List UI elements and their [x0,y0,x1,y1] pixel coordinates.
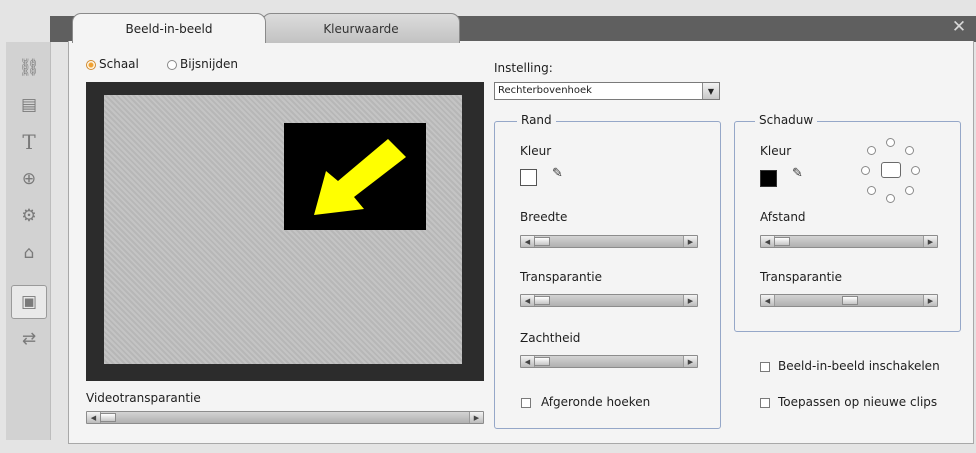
video-transparency-label: Videotransparantie [86,391,201,405]
slider-left-arrow-icon[interactable]: ◀ [521,356,535,367]
shadow-transparency-label: Transparantie [760,270,842,284]
slider-left-arrow-icon[interactable]: ◀ [521,236,535,247]
enable-pip-label: Beeld-in-beeld inschakelen [778,359,940,373]
picture-in-picture-icon[interactable]: ▣ [11,285,47,319]
slider-right-arrow-icon[interactable]: ▶ [683,295,697,306]
border-group-title: Rand [517,113,556,127]
slider-thumb[interactable] [774,237,790,246]
border-color-label: Kleur [520,144,552,158]
transitions-icon[interactable]: ⌂ [12,237,46,269]
effects-icon[interactable]: ⚙ [12,200,46,232]
border-softness-label: Zachtheid [520,331,581,345]
border-softness-slider[interactable]: ◀ ▶ [520,355,698,368]
slider-thumb[interactable] [534,237,550,246]
slider-right-arrow-icon[interactable]: ▶ [923,236,937,247]
slider-thumb[interactable] [534,296,550,305]
apply-new-clips-label: Toepassen op nieuwe clips [778,395,938,409]
speed-icon[interactable]: ⇄ [12,323,46,355]
dropdown-arrow-icon[interactable]: ▼ [702,83,719,99]
shadow-direction-left[interactable] [861,166,870,175]
shadow-direction-bottom-left[interactable] [867,186,876,195]
shadow-color-swatch[interactable] [760,170,777,187]
pip-overlay-window[interactable] [284,123,426,230]
left-toolbar: ⛓ ▤ T ⊕ ⚙ ⌂ ▣ ⇄ [6,42,51,440]
shadow-direction-top-right[interactable] [905,146,914,155]
tab-picture-in-picture[interactable]: Beeld-in-beeld [72,13,266,43]
scale-radio[interactable] [86,60,96,70]
shadow-group-title: Schaduw [755,113,818,127]
border-color-swatch[interactable] [520,169,537,186]
slider-thumb[interactable] [100,413,116,422]
slider-right-arrow-icon[interactable]: ▶ [923,295,937,306]
crop-radio[interactable] [167,60,177,70]
tab-label: Beeld-in-beeld [125,21,213,36]
apply-new-clips-checkbox[interactable] [760,398,770,408]
slider-right-arrow-icon[interactable]: ▶ [683,236,697,247]
tab-label: Kleurwaarde [323,21,399,36]
border-width-slider[interactable]: ◀ ▶ [520,235,698,248]
shadow-color-label: Kleur [760,144,792,158]
preset-label: Instelling: [494,61,553,75]
slider-right-arrow-icon[interactable]: ▶ [683,356,697,367]
color-icon[interactable]: ⊕ [12,163,46,195]
shadow-distance-label: Afstand [760,210,806,224]
title-icon[interactable]: ▤ [12,89,46,121]
preset-dropdown[interactable]: Rechterbovenhoek ▼ [494,82,720,100]
shadow-transparency-slider[interactable]: ◀ ▶ [760,294,938,307]
arrow-image [314,139,406,215]
video-transparency-slider[interactable]: ◀ ▶ [86,411,484,424]
slider-left-arrow-icon[interactable]: ◀ [761,295,775,306]
text-icon[interactable]: T [12,126,46,158]
shadow-direction-right[interactable] [911,166,920,175]
video-tools-icon[interactable]: ⛓ [12,52,46,84]
slider-thumb[interactable] [842,296,858,305]
eyedropper-icon[interactable]: ✎ [792,166,803,181]
shadow-direction-center[interactable] [881,162,901,178]
close-icon[interactable]: ✕ [948,16,970,38]
shadow-direction-picker [853,136,933,212]
preset-value: Rechterbovenhoek [498,85,592,96]
tab-color-value[interactable]: Kleurwaarde [262,13,460,43]
shadow-direction-bottom[interactable] [886,194,895,203]
shadow-direction-top[interactable] [886,138,895,147]
border-transparency-label: Transparantie [520,270,602,284]
border-transparency-slider[interactable]: ◀ ▶ [520,294,698,307]
shadow-direction-top-left[interactable] [867,146,876,155]
enable-pip-checkbox[interactable] [760,362,770,372]
slider-thumb[interactable] [534,357,550,366]
eyedropper-icon[interactable]: ✎ [552,166,563,181]
slider-left-arrow-icon[interactable]: ◀ [761,236,775,247]
rounded-corners-checkbox[interactable] [521,398,531,408]
slider-left-arrow-icon[interactable]: ◀ [87,412,101,423]
slider-right-arrow-icon[interactable]: ▶ [469,412,483,423]
scale-label: Schaal [99,57,139,71]
slider-left-arrow-icon[interactable]: ◀ [521,295,535,306]
shadow-distance-slider[interactable]: ◀ ▶ [760,235,938,248]
border-width-label: Breedte [520,210,568,224]
crop-label: Bijsnijden [180,57,239,71]
rounded-corners-label: Afgeronde hoeken [541,395,651,409]
shadow-direction-bottom-right[interactable] [905,186,914,195]
